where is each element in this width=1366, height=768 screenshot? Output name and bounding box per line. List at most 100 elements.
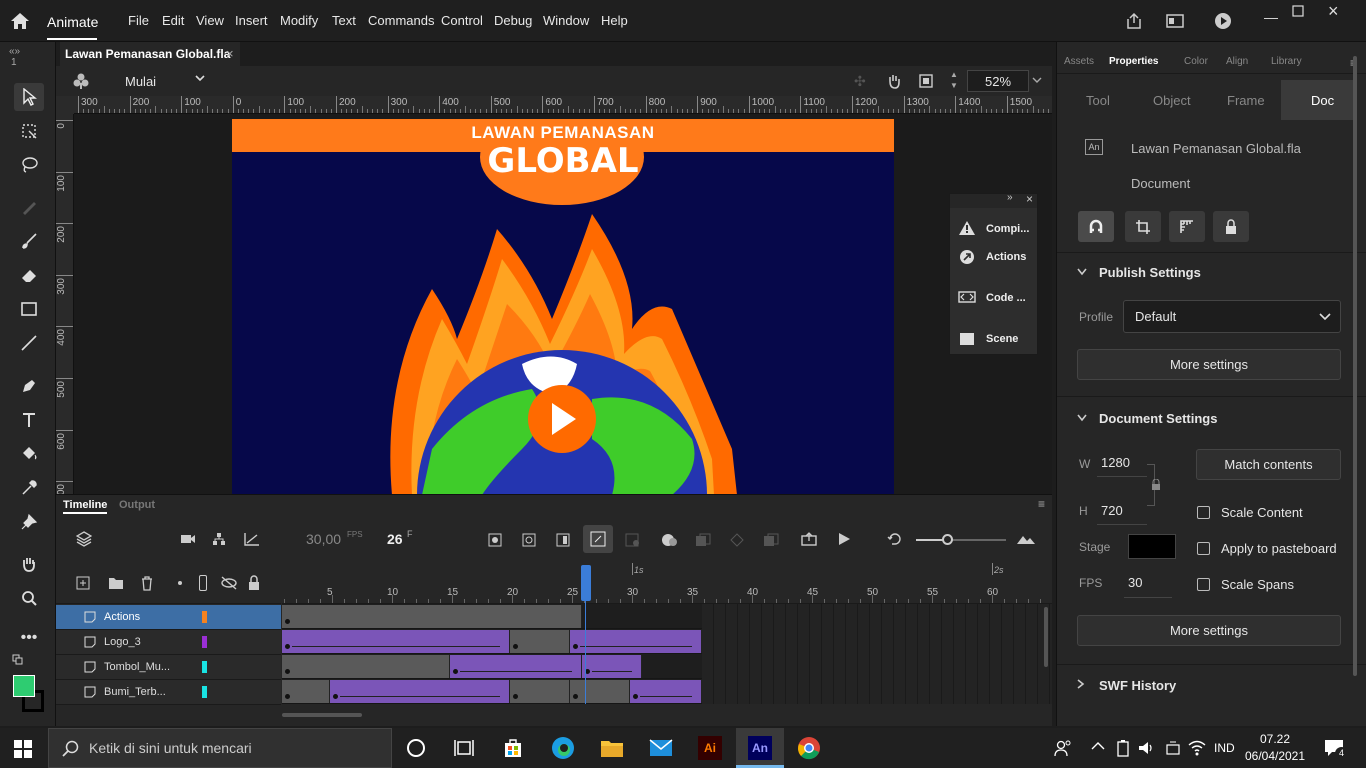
eyedropper-tool-icon[interactable]: [14, 474, 44, 502]
tween-span[interactable]: [450, 655, 582, 678]
swf-history-title[interactable]: SWF History: [1099, 678, 1176, 693]
menu-item-commands[interactable]: Commands: [368, 13, 434, 28]
scale-spans-checkbox[interactable]: [1197, 578, 1210, 591]
document-settings-title[interactable]: Document Settings: [1099, 411, 1217, 426]
selection-tool-icon[interactable]: [14, 83, 44, 111]
eraser-tool-icon[interactable]: [14, 261, 44, 289]
insert-frame-icon[interactable]: [556, 533, 570, 547]
scene-selector[interactable]: Mulai: [125, 74, 156, 89]
battery-icon[interactable]: [1115, 739, 1131, 757]
swf-chevron-icon[interactable]: [1077, 679, 1085, 689]
keyframe-dot[interactable]: [285, 644, 290, 649]
chrome-icon[interactable]: [797, 736, 821, 760]
menu-item-window[interactable]: Window: [543, 13, 589, 28]
vertical-scrollbar[interactable]: [1044, 607, 1048, 667]
layer-name[interactable]: Tombol_Mu...: [104, 661, 170, 673]
mountain-icon[interactable]: [1016, 533, 1036, 545]
clip-canvas-icon[interactable]: [918, 73, 934, 89]
test-movie-icon[interactable]: [1214, 12, 1232, 30]
panel-tab-library[interactable]: Library: [1271, 56, 1302, 67]
clock-time[interactable]: 07.22: [1250, 732, 1300, 746]
edge-icon[interactable]: [551, 736, 575, 760]
workspace-icon[interactable]: [1166, 13, 1184, 29]
horizontal-scrollbar[interactable]: [282, 713, 362, 717]
hide-layers-icon[interactable]: [220, 576, 238, 590]
camera-icon[interactable]: [180, 533, 196, 545]
tab-close-icon[interactable]: ×: [226, 46, 234, 61]
panel-item-scene[interactable]: Scene: [986, 333, 1018, 345]
panel-scrollbar[interactable]: [1353, 56, 1357, 676]
home-icon[interactable]: [10, 12, 30, 30]
zoom-tool-icon[interactable]: [14, 584, 44, 612]
panel-tab-properties[interactable]: Properties: [1109, 56, 1158, 67]
graph-icon[interactable]: [244, 532, 260, 546]
lock-icon[interactable]: [1213, 211, 1249, 242]
tween-span[interactable]: [330, 680, 510, 703]
panel-tab-color[interactable]: Color: [1184, 56, 1208, 67]
eraser-faded-icon[interactable]: [14, 193, 44, 221]
menu-item-debug[interactable]: Debug: [494, 13, 532, 28]
hand-tool-icon[interactable]: [14, 550, 44, 578]
panel-tab-align[interactable]: Align: [1226, 56, 1248, 67]
keyframe-icon[interactable]: [488, 533, 502, 547]
tab-output[interactable]: Output: [119, 499, 155, 511]
tray-chevron-icon[interactable]: [1091, 741, 1105, 751]
tween-span[interactable]: [582, 655, 642, 678]
text-tool-icon[interactable]: [14, 406, 44, 434]
link-lock-icon[interactable]: [1151, 479, 1161, 491]
close-button[interactable]: ×: [1328, 1, 1339, 22]
layer-color-swatch[interactable]: [202, 636, 207, 648]
keyframe-dot[interactable]: [513, 644, 518, 649]
layer-row[interactable]: Logo_3: [56, 630, 281, 655]
timeline-menu-icon[interactable]: ≡: [1038, 497, 1045, 511]
blank-keyframe-icon[interactable]: [522, 533, 536, 547]
keyframe-dot[interactable]: [285, 694, 290, 699]
fps-input[interactable]: 30: [1128, 575, 1142, 590]
subtab-doc[interactable]: Doc: [1311, 93, 1334, 108]
animate-taskbar-button[interactable]: An: [736, 728, 784, 768]
ruler-icon[interactable]: [1169, 211, 1205, 242]
cortana-icon[interactable]: [407, 739, 425, 757]
tween-span[interactable]: [570, 630, 702, 653]
menu-item-modify[interactable]: Modify: [280, 13, 318, 28]
frame-size-slider-thumb[interactable]: [942, 534, 953, 545]
swap-colors-icon[interactable]: [12, 654, 24, 666]
tween-icon[interactable]: [625, 533, 641, 547]
new-folder-icon[interactable]: [108, 576, 124, 590]
hand-rotate-icon[interactable]: [885, 72, 903, 90]
keyframe-dot[interactable]: [285, 669, 290, 674]
pen-tool-icon[interactable]: [14, 372, 44, 400]
layer-row[interactable]: Bumi_Terb...: [56, 680, 281, 705]
layer-row[interactable]: Actions: [56, 605, 281, 630]
free-transform-tool-icon[interactable]: [14, 117, 44, 145]
panel-item-code[interactable]: Code ...: [986, 292, 1026, 304]
current-frame[interactable]: 26: [387, 531, 403, 547]
mail-icon[interactable]: [649, 739, 673, 757]
keyframe-dot[interactable]: [573, 644, 578, 649]
layer-name[interactable]: Logo_3: [104, 636, 141, 648]
layer-color-swatch[interactable]: [202, 686, 207, 698]
edit-multiple-icon[interactable]: [729, 533, 745, 547]
illustrator-icon[interactable]: Ai: [698, 736, 722, 760]
tab-timeline[interactable]: Timeline: [63, 499, 107, 511]
zoom-stepper[interactable]: ▲ ▼: [948, 69, 960, 93]
publish-settings-title[interactable]: Publish Settings: [1099, 265, 1201, 280]
keyframe-dot[interactable]: [633, 694, 638, 699]
scale-content-checkbox[interactable]: [1197, 506, 1210, 519]
export-icon[interactable]: [801, 532, 817, 546]
onion-skin-icon[interactable]: [661, 533, 679, 547]
apply-to-pasteboard-checkbox[interactable]: [1197, 542, 1210, 555]
network-icon[interactable]: [1164, 739, 1182, 757]
share-icon[interactable]: [1125, 12, 1143, 30]
subtab-object[interactable]: Object: [1153, 93, 1191, 108]
wifi-icon[interactable]: [1188, 739, 1206, 757]
minimize-button[interactable]: —: [1264, 9, 1278, 25]
maximize-button[interactable]: [1292, 5, 1304, 17]
taskbar-search[interactable]: Ketik di sini untuk mencari: [48, 728, 392, 768]
tab-document[interactable]: Lawan Pemanasan Global.fla ×: [60, 42, 240, 66]
onion-outline-icon[interactable]: [695, 533, 711, 547]
keyframe-dot[interactable]: [285, 619, 290, 624]
profile-chevron-icon[interactable]: [1319, 312, 1331, 322]
tween-span[interactable]: [630, 680, 702, 703]
keyframe-dot[interactable]: [513, 694, 518, 699]
